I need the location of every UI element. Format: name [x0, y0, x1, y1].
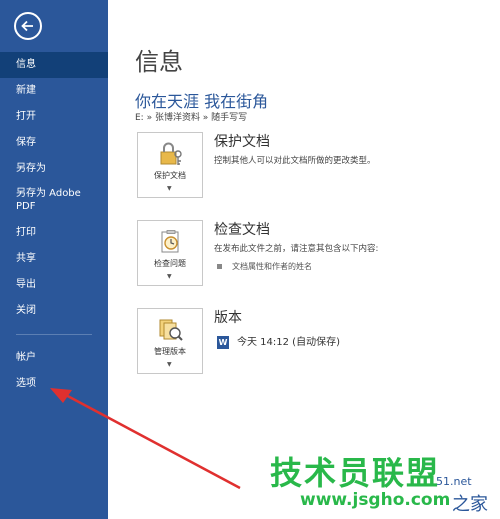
manage-versions-button[interactable]: 管理版本 ▼: [137, 308, 203, 374]
section-heading: 保护文档: [214, 134, 270, 150]
info-panel: 信息 你在天涯 我在街角 E: » 张博洋资料 » 随手写写 保护文档 ▼ 保护…: [108, 0, 500, 519]
page-title: 信息: [135, 48, 183, 76]
protect-section: 保护文档 ▼ 保护文档 控制其他人可以对此文档所做的更改类型。: [137, 132, 497, 202]
chevron-down-icon: ▼: [167, 361, 172, 368]
section-heading: 检查文档: [214, 222, 270, 238]
document-path[interactable]: E: » 张博洋资料 » 随手写写: [135, 110, 247, 123]
nav-item-open[interactable]: 打开: [0, 104, 108, 130]
bullet-icon: [217, 264, 222, 269]
watermark-fragment: 51.net: [436, 475, 472, 488]
back-button[interactable]: [14, 12, 42, 40]
backstage-sidebar: 信息 新建 打开 保存 另存为 另存为 Adobe PDF 打印 共享 导出 关…: [0, 0, 108, 519]
check-issues-button[interactable]: 检查问题 ▼: [137, 220, 203, 286]
nav-item-close[interactable]: 关闭: [0, 298, 108, 324]
chevron-down-icon: ▼: [167, 185, 172, 192]
backstage-nav: 信息 新建 打开 保存 另存为 另存为 Adobe PDF 打印 共享 导出 关…: [0, 52, 108, 397]
nav-item-print[interactable]: 打印: [0, 220, 108, 246]
tile-label: 保护文档: [154, 171, 186, 180]
nav-item-new[interactable]: 新建: [0, 78, 108, 104]
tile-label: 管理版本: [154, 347, 186, 356]
inspect-section: 检查问题 ▼ 检查文档 在发布此文件之前，请注意其包含以下内容: 文档属性和作者…: [137, 220, 497, 290]
watermark-url: www.jsgho.com: [300, 490, 451, 510]
nav-item-save-as-pdf[interactable]: 另存为 Adobe PDF: [0, 182, 100, 220]
nav-item-save[interactable]: 保存: [0, 130, 108, 156]
section-heading: 版本: [214, 310, 242, 326]
nav-item-save-as[interactable]: 另存为: [0, 156, 108, 182]
word-document-icon: W: [217, 335, 229, 349]
inspect-bullet: 文档属性和作者的姓名: [217, 261, 312, 272]
back-arrow-icon: [21, 20, 33, 32]
chevron-down-icon: ▼: [167, 273, 172, 280]
version-entry[interactable]: W 今天 14:12 (自动保存): [217, 333, 340, 349]
nav-item-export[interactable]: 导出: [0, 272, 108, 298]
watermark-text: 技术员联盟: [270, 454, 441, 492]
section-description: 控制其他人可以对此文档所做的更改类型。: [214, 156, 376, 166]
nav-item-info[interactable]: 信息: [0, 52, 108, 78]
document-title: 你在天涯 我在街角: [135, 92, 269, 111]
nav-item-account[interactable]: 帐户: [0, 345, 108, 371]
lock-key-icon: [160, 142, 182, 165]
protect-document-button[interactable]: 保护文档 ▼: [137, 132, 203, 198]
inspect-icon: [161, 230, 179, 253]
nav-item-options[interactable]: 选项: [0, 371, 108, 397]
watermark-fragment: 之家: [452, 494, 488, 515]
tile-label: 检查问题: [154, 259, 186, 268]
manage-versions-icon: [159, 319, 183, 341]
nav-item-share[interactable]: 共享: [0, 246, 108, 272]
versions-section: 管理版本 ▼ 版本 W 今天 14:12 (自动保存): [137, 308, 497, 378]
section-description: 在发布此文件之前，请注意其包含以下内容:: [214, 244, 379, 254]
nav-divider: [16, 334, 92, 335]
